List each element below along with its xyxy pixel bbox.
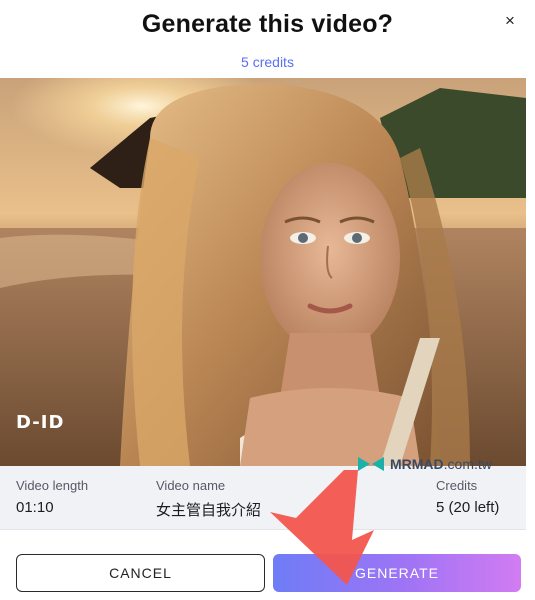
video-length-value: 01:10 bbox=[16, 499, 54, 516]
d-id-logo: D-ID bbox=[16, 412, 65, 433]
video-info-bar: Video length 01:10 Video name 女主管自我介紹 Cr… bbox=[0, 466, 526, 530]
video-length-label: Video length bbox=[16, 478, 89, 493]
credits-label: Credits bbox=[436, 478, 478, 493]
credits-info: Credits 5 (20 left) bbox=[436, 478, 499, 516]
generate-video-dialog: Generate this video? × 5 credits D-ID Vi… bbox=[0, 0, 535, 600]
close-icon[interactable]: × bbox=[499, 10, 521, 32]
watermark-text: MRMAD.com.tw bbox=[390, 456, 492, 472]
video-length-info: Video length 01:10 bbox=[16, 478, 88, 516]
credits-value: 5 (20 left) bbox=[436, 499, 500, 516]
avatar-preview-image bbox=[0, 78, 526, 466]
cancel-button[interactable]: CANCEL bbox=[16, 554, 265, 592]
video-name-value: 女主管自我介紹 bbox=[156, 502, 262, 519]
mrmad-logo-icon bbox=[358, 457, 384, 471]
video-name-info: Video name 女主管自我介紹 bbox=[156, 478, 261, 520]
credits-cost: 5 credits bbox=[241, 54, 294, 70]
video-name-label: Video name bbox=[156, 478, 226, 493]
mrmad-watermark: MRMAD.com.tw bbox=[356, 455, 492, 473]
generate-button[interactable]: GENERATE bbox=[273, 554, 521, 592]
dialog-title: Generate this video? bbox=[141, 10, 394, 38]
